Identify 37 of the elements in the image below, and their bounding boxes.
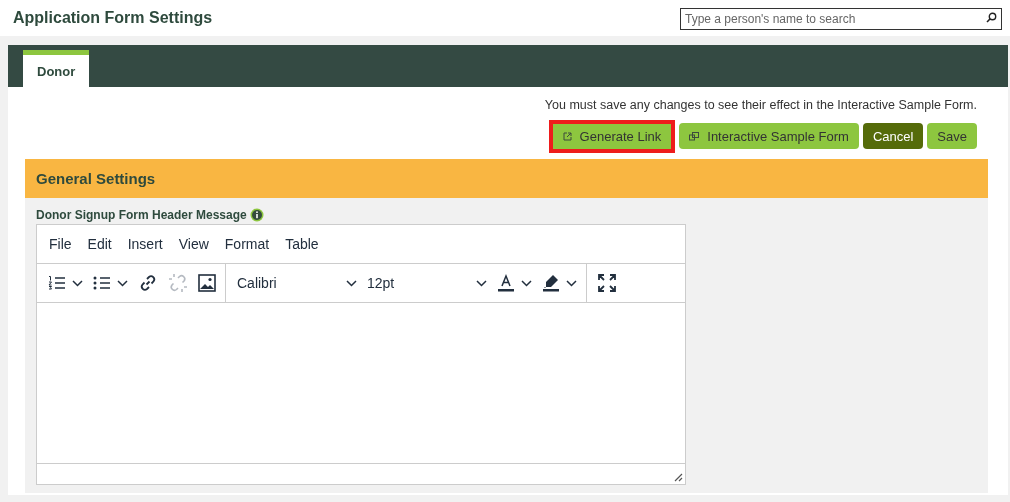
caret-icon (72, 279, 83, 287)
font-dropdown[interactable]: Calibri (232, 268, 362, 298)
action-button[interactable]: Cancel (862, 123, 924, 149)
search-icon (986, 11, 997, 23)
bullet-list-icon (93, 275, 111, 291)
external-link-icon (562, 131, 572, 141)
notice-text: You must save any changes to see their effect in the Interactive Sample Form. (543, 97, 978, 112)
caret-icon (346, 279, 357, 287)
caret-icon (566, 279, 577, 287)
caret-icon (117, 279, 128, 287)
tab[interactable]: Donor (23, 50, 90, 87)
menu-item[interactable]: File (43, 236, 78, 252)
menu-item[interactable]: Edit (81, 236, 118, 252)
font-size-dropdown[interactable]: 12pt (362, 268, 492, 298)
action-button[interactable]: Save (927, 123, 977, 149)
field-label: Donor Signup Form Header Message (36, 208, 247, 222)
section-title: General Settings (36, 170, 156, 187)
info-icon[interactable] (249, 208, 264, 222)
numbered-list-icon (48, 275, 66, 291)
menu-item[interactable]: Insert (121, 236, 169, 252)
caret-icon (521, 279, 532, 287)
windows-icon (689, 131, 700, 141)
page-title: Application Form Settings (13, 9, 213, 27)
broken-chain-icon (168, 273, 188, 293)
menu-item[interactable]: View (172, 236, 215, 252)
marker-icon (542, 274, 560, 292)
menu-item[interactable]: Format (218, 236, 276, 252)
menu-item[interactable]: Table (279, 236, 325, 252)
action-button[interactable]: Generate Link (552, 123, 672, 149)
image-icon (198, 274, 216, 292)
fullscreen-icon (598, 274, 616, 292)
chain-link-icon (138, 273, 158, 293)
action-button[interactable]: Interactive Sample Form (679, 123, 859, 149)
search-field[interactable]: Type a person's name to search (680, 7, 1002, 30)
resize-handle-icon[interactable] (674, 473, 683, 482)
caret-icon (476, 279, 487, 287)
text-color-icon (497, 274, 515, 292)
